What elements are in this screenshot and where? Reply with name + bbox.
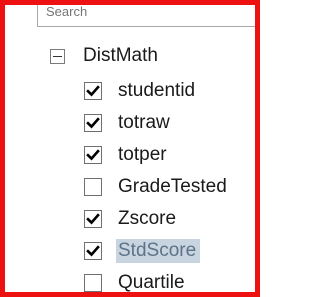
field-label[interactable]: StdScore <box>116 239 201 263</box>
field-label[interactable]: totper <box>116 143 171 167</box>
field-row-zscore[interactable]: Zscore <box>81 203 255 235</box>
group-label[interactable]: DistMath <box>83 45 158 67</box>
field-row-studentid[interactable]: studentid <box>81 75 255 107</box>
field-row-quartile[interactable]: Quartile <box>81 267 255 292</box>
search-input[interactable] <box>46 5 246 20</box>
field-label[interactable]: studentid <box>116 79 199 103</box>
field-row-totper[interactable]: totper <box>81 139 255 171</box>
checkmark-icon <box>86 213 100 225</box>
checkbox[interactable] <box>84 114 102 132</box>
field-row-totraw[interactable]: totraw <box>81 107 255 139</box>
minus-icon <box>53 56 62 57</box>
checkmark-icon <box>86 85 100 97</box>
field-label[interactable]: Zscore <box>116 207 180 231</box>
checkbox[interactable] <box>84 242 102 260</box>
field-label[interactable]: Quartile <box>116 271 189 292</box>
checkmark-icon <box>86 149 100 161</box>
checkbox[interactable] <box>84 178 102 196</box>
screenshot-frame: DistMath studentid totraw totper GradeTe… <box>0 0 260 297</box>
field-label[interactable]: totraw <box>116 111 174 135</box>
field-row-gradetested[interactable]: GradeTested <box>81 171 255 203</box>
checkbox[interactable] <box>84 274 102 292</box>
checkmark-icon <box>86 117 100 129</box>
checkmark-icon <box>86 245 100 257</box>
collapse-toggle[interactable] <box>50 49 65 64</box>
checkbox[interactable] <box>84 146 102 164</box>
field-row-stdscore[interactable]: StdScore <box>81 235 255 267</box>
field-label[interactable]: GradeTested <box>116 175 231 199</box>
checkbox[interactable] <box>84 82 102 100</box>
checkbox[interactable] <box>84 210 102 228</box>
search-box[interactable] <box>37 5 255 27</box>
